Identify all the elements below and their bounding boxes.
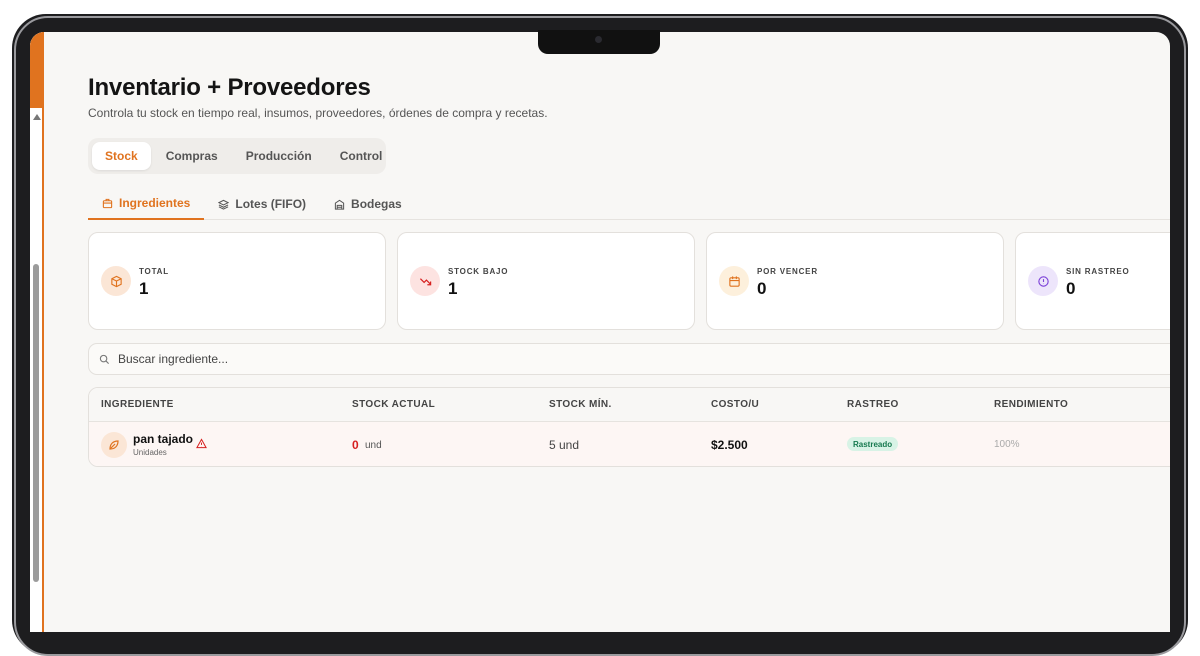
box-icon [102, 198, 113, 208]
page-subtitle: Controla tu stock en tiempo real, insumo… [88, 106, 548, 120]
page-title: Inventario + Proveedores [88, 74, 371, 101]
ingredient-unit: Unidades [133, 448, 167, 457]
tab-compras[interactable]: Compras [153, 142, 231, 170]
ingredient-name: pan tajado [133, 432, 194, 446]
stock-actual-value: 0 [352, 438, 359, 452]
table-row[interactable]: pan tajado Unidades 0 und 5 und $2.500 R… [89, 422, 1170, 466]
subtab-lotes[interactable]: Lotes (FIFO) [204, 188, 320, 220]
col-stock-min[interactable]: STOCK MÍN. [549, 399, 612, 410]
camera-notch [538, 30, 660, 54]
calendar-icon [719, 266, 749, 296]
card-stock-bajo-label: STOCK BAJO [448, 267, 509, 276]
card-total-label: TOTAL [139, 267, 169, 276]
app-screen: Inventario + Proveedores Controla tu sto… [30, 32, 1170, 632]
trending-down-icon [410, 266, 440, 296]
card-sin-rastreo: SIN RASTREO 0 [1015, 232, 1170, 330]
tab-control[interactable]: Control [327, 142, 396, 170]
stock-min-value: 5 und [549, 438, 580, 452]
col-rendimiento[interactable]: RENDIMIENTO [994, 399, 1068, 410]
col-stock-actual[interactable]: STOCK ACTUAL [352, 399, 435, 410]
card-total-value: 1 [139, 279, 149, 298]
card-por-vencer-label: POR VENCER [757, 267, 818, 276]
col-costo[interactable]: COSTO/U [711, 399, 759, 410]
ingredients-table: INGREDIENTE STOCK ACTUAL STOCK MÍN. COST… [88, 387, 1170, 467]
subtab-ingredientes-label: Ingredientes [119, 196, 191, 210]
rendimiento-value: 100% [994, 439, 1020, 450]
camera-icon [595, 36, 602, 43]
stats-cards: TOTAL 1 STOCK BAJO 1 POR VENCER 0 SIN RA… [88, 232, 1170, 330]
warning-icon [196, 438, 207, 449]
col-ingrediente[interactable]: INGREDIENTE [101, 399, 174, 410]
tab-produccion[interactable]: Producción [233, 142, 325, 170]
card-total: TOTAL 1 [88, 232, 386, 330]
scroll-up-icon[interactable] [33, 114, 41, 120]
subtab-bodegas[interactable]: Bodegas [320, 188, 416, 220]
sub-tabs: Ingredientes Lotes (FIFO) Bodegas [88, 188, 1170, 220]
search-icon [99, 354, 110, 364]
main-tabs: Stock Compras Producción Control [88, 138, 386, 174]
card-sin-rastreo-value: 0 [1066, 279, 1076, 298]
card-stock-bajo-value: 1 [448, 279, 458, 298]
search-input[interactable] [118, 352, 718, 366]
layers-icon [218, 199, 230, 210]
tab-stock[interactable]: Stock [92, 142, 151, 170]
search-bar[interactable] [88, 343, 1170, 375]
card-por-vencer: POR VENCER 0 [706, 232, 1004, 330]
leaf-icon [101, 432, 127, 458]
subtab-bodegas-label: Bodegas [351, 197, 402, 211]
costo-value: $2.500 [711, 438, 748, 452]
warehouse-icon [334, 199, 345, 210]
stock-actual-unit: und [365, 440, 382, 451]
card-stock-bajo: STOCK BAJO 1 [397, 232, 695, 330]
package-icon [101, 266, 131, 296]
subtab-lotes-label: Lotes (FIFO) [235, 197, 307, 211]
main-content: Inventario + Proveedores Controla tu sto… [88, 32, 1170, 632]
sidebar-accent [30, 32, 44, 108]
table-header: INGREDIENTE STOCK ACTUAL STOCK MÍN. COST… [89, 388, 1170, 422]
card-por-vencer-value: 0 [757, 279, 767, 298]
card-sin-rastreo-label: SIN RASTREO [1066, 267, 1130, 276]
sidebar-collapsed [30, 32, 44, 632]
subtab-ingredientes[interactable]: Ingredientes [88, 188, 205, 220]
col-rastreo[interactable]: RASTREO [847, 399, 899, 410]
scrollbar-thumb[interactable] [33, 264, 39, 582]
alert-circle-icon [1028, 266, 1058, 296]
rastreo-badge: Rastreado [847, 437, 899, 451]
